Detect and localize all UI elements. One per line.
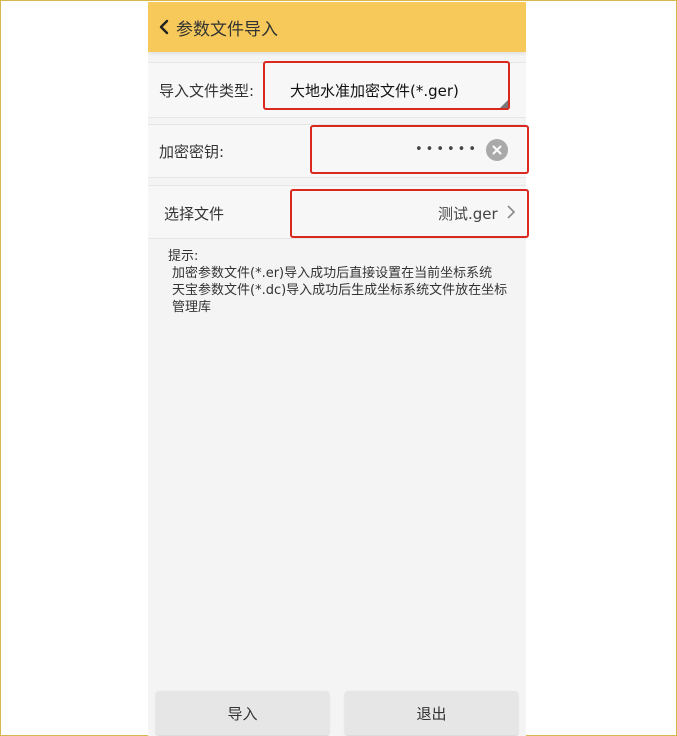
select-file-label: 选择文件 <box>164 205 225 223</box>
encryption-key-label: 加密密钥: <box>159 143 225 161</box>
import-button[interactable]: 导入 <box>156 691 329 735</box>
back-arrow-icon[interactable] <box>154 17 174 37</box>
hint-line-1: 加密参数文件(*.er)导入成功后直接设置在当前坐标系统 <box>172 266 493 281</box>
import-type-label: 导入文件类型: <box>159 82 255 100</box>
highlight-box-import-type <box>263 61 510 110</box>
hint-text: 提示: 加密参数文件(*.er)导入成功后直接设置在当前坐标系统 天宝参数文件(… <box>168 248 520 316</box>
highlight-box-file <box>290 189 529 238</box>
app-screen: 参数文件导入 导入文件类型: 大地水准加密文件(*.ger) 加密密钥: •••… <box>148 2 526 736</box>
exit-button[interactable]: 退出 <box>345 691 518 735</box>
hint-title: 提示: <box>168 249 199 264</box>
highlight-box-key <box>310 125 529 174</box>
page-title: 参数文件导入 <box>176 19 278 40</box>
hint-line-2: 天宝参数文件(*.dc)导入成功后生成坐标系统文件放在坐标管理库 <box>172 283 508 315</box>
title-bar: 参数文件导入 <box>148 2 526 52</box>
